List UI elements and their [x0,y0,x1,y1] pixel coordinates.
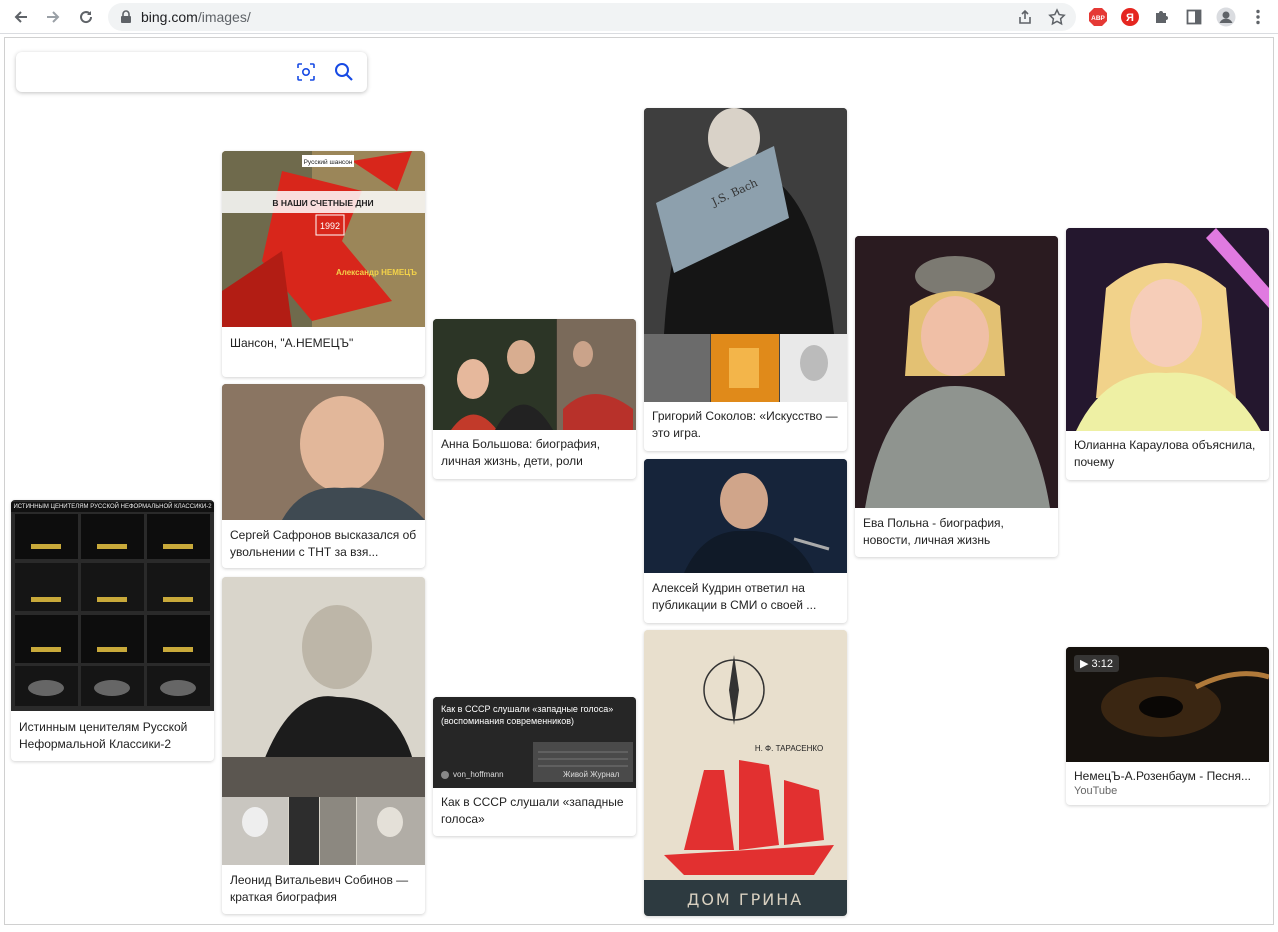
arrow-right-icon [47,11,60,23]
image-result-card[interactable]: Как в СССР слушали «западные голоса» (во… [433,697,636,836]
result-thumbnail [855,236,1058,508]
adblock-label: ABP [1091,15,1105,22]
puzzle-icon [1156,11,1168,23]
visual-search-icon[interactable] [296,62,316,82]
result-thumbnail: Как в СССР слушали «западные голоса» (во… [433,697,636,788]
photo-collage [433,319,636,430]
result-thumbnail: Н. Ф. ТАРАСЕНКО ДОМ ГРИНА [644,630,847,916]
thumbnail-source-text: Живой Журнал [563,770,620,779]
book-author-text: Н. Ф. ТАРАСЕНКО [755,744,823,753]
result-thumbnail: J.S. Bach [644,108,847,402]
result-caption: Ева Польна - биография, новости, личная … [863,516,1004,547]
reload-button[interactable] [73,4,99,30]
browser-menu-button[interactable] [1247,6,1269,28]
yandex-label: Я [1126,12,1134,24]
result-caption: Как в СССР слушали «западные голоса» [441,795,624,826]
video-source: YouTube [1074,785,1118,797]
video-duration: 3:12 [1091,658,1113,670]
result-caption: Истинным ценителям Русской Неформальной … [19,720,188,751]
result-caption: Григорий Соколов: «Искусство — это игра. [652,409,838,440]
share-icon[interactable] [1016,8,1034,26]
result-thumbnail: ИСТИННЫМ ЦЕНИТЕЛЯМ РУССКОЙ НЕФОРМАЛЬНОЙ … [11,500,214,711]
thumbnail-title-text: Как в СССР слушали «западные голоса» (во… [441,704,614,726]
url-host: bing.com [141,9,198,25]
bookmark-star-icon[interactable] [1048,8,1066,26]
pianist-photo-collage: J.S. Bach [644,108,847,402]
search-box [16,52,367,92]
image-result-card[interactable]: J.S. Bach Григорий Соколов: «Искусство —… [644,108,847,451]
url-path: /images/ [197,9,251,25]
adblock-extension[interactable]: ABP [1087,6,1109,28]
url-text: bing.com/images/ [141,9,251,25]
extensions-button[interactable] [1151,6,1173,28]
result-thumbnail [222,384,425,520]
image-result-card[interactable]: Ева Польна - биография, новости, личная … [855,236,1058,557]
video-thumbnail: ▶ 3:12 [1066,647,1269,762]
thumbnail-author-text: von_hoffmann [453,770,504,779]
result-caption: Юлианна Караулова объяснила, почему [1074,438,1256,469]
cover-label-text: Русский шансон [304,158,353,166]
image-result-card[interactable]: Н. Ф. ТАРАСЕНКО ДОМ ГРИНА [644,630,847,916]
lock-icon [121,10,131,23]
profile-avatar-icon [1216,7,1236,27]
profile-button[interactable] [1215,6,1237,28]
image-result-card[interactable]: Русский шансон В НАШИ СЧЕТНЫЕ ДНИ 1992 А… [222,151,425,377]
result-thumbnail: Русский шансон В НАШИ СЧЕТНЫЕ ДНИ 1992 А… [222,151,425,327]
image-result-card[interactable]: ИСТИННЫМ ЦЕНИТЕЛЯМ РУССКОЙ НЕФОРМАЛЬНОЙ … [11,500,214,761]
result-thumbnail [1066,228,1269,431]
browser-toolbar: bing.com/images/ ABP Я [0,0,1278,34]
video-result-card[interactable]: ▶ 3:12 НемецЪ-А.Розенбаум - Песня... You… [1066,647,1269,805]
portrait-photo [222,384,425,520]
reload-icon [80,11,93,24]
result-caption: Анна Большова: биография, личная жизнь, … [441,437,601,468]
image-result-card[interactable]: Алексей Кудрин ответил на публикации в С… [644,459,847,623]
result-caption: НемецЪ-А.Розенбаум - Песня... [1074,769,1251,783]
search-input[interactable] [28,61,288,83]
portrait-photo [855,236,1058,508]
page-content: ИСТИННЫМ ЦЕНИТЕЛЯМ РУССКОЙ НЕФОРМАЛЬНОЙ … [4,37,1274,925]
image-result-card[interactable]: Сергей Сафронов высказался об увольнении… [222,384,425,568]
play-icon: ▶ [1080,658,1089,670]
speaker-photo [644,459,847,573]
search-icon[interactable] [334,62,354,82]
album-cover-graphic: Русский шансон В НАШИ СЧЕТНЫЕ ДНИ 1992 А… [222,151,425,327]
vintage-portrait-collage [222,577,425,865]
yandex-icon: Я [1121,8,1139,26]
result-caption: Алексей Кудрин ответил на публикации в С… [652,581,817,612]
portrait-photo [1066,228,1269,431]
cover-artist-text: Александр НЕМЕЦЪ [336,268,417,277]
result-thumbnail [433,319,636,430]
image-result-card[interactable]: Юлианна Караулова объяснила, почему [1066,228,1269,480]
book-cover-ship: Н. Ф. ТАРАСЕНКО ДОМ ГРИНА [644,630,847,916]
result-thumbnail [222,577,425,865]
book-stack-graphic [15,514,210,706]
image-result-card[interactable]: Леонид Витальевич Собинов — краткая биог… [222,577,425,914]
image-result-card[interactable]: Анна Большова: биография, личная жизнь, … [433,319,636,479]
address-bar[interactable]: bing.com/images/ [108,3,1076,31]
arrow-left-icon [14,11,27,23]
cover-title-text: В НАШИ СЧЕТНЫЕ ДНИ [272,198,373,208]
side-panel-icon [1186,9,1202,25]
kebab-menu-icon [1256,9,1260,25]
yandex-extension[interactable]: Я [1119,6,1141,28]
result-caption: Леонид Витальевич Собинов — краткая биог… [230,873,409,904]
result-caption: Шансон, "А.НЕМЕЦЪ" [230,336,354,350]
adblock-icon: ABP [1089,8,1107,26]
cover-year-text: 1992 [320,221,340,231]
book-title-text: ДОМ ГРИНА [687,890,803,909]
result-thumbnail [644,459,847,573]
result-caption: Сергей Сафронов высказался об увольнении… [230,528,417,559]
video-duration-badge: ▶ 3:12 [1074,655,1119,672]
forward-button[interactable] [40,4,66,30]
back-button[interactable] [8,4,34,30]
side-panel-button[interactable] [1183,6,1205,28]
